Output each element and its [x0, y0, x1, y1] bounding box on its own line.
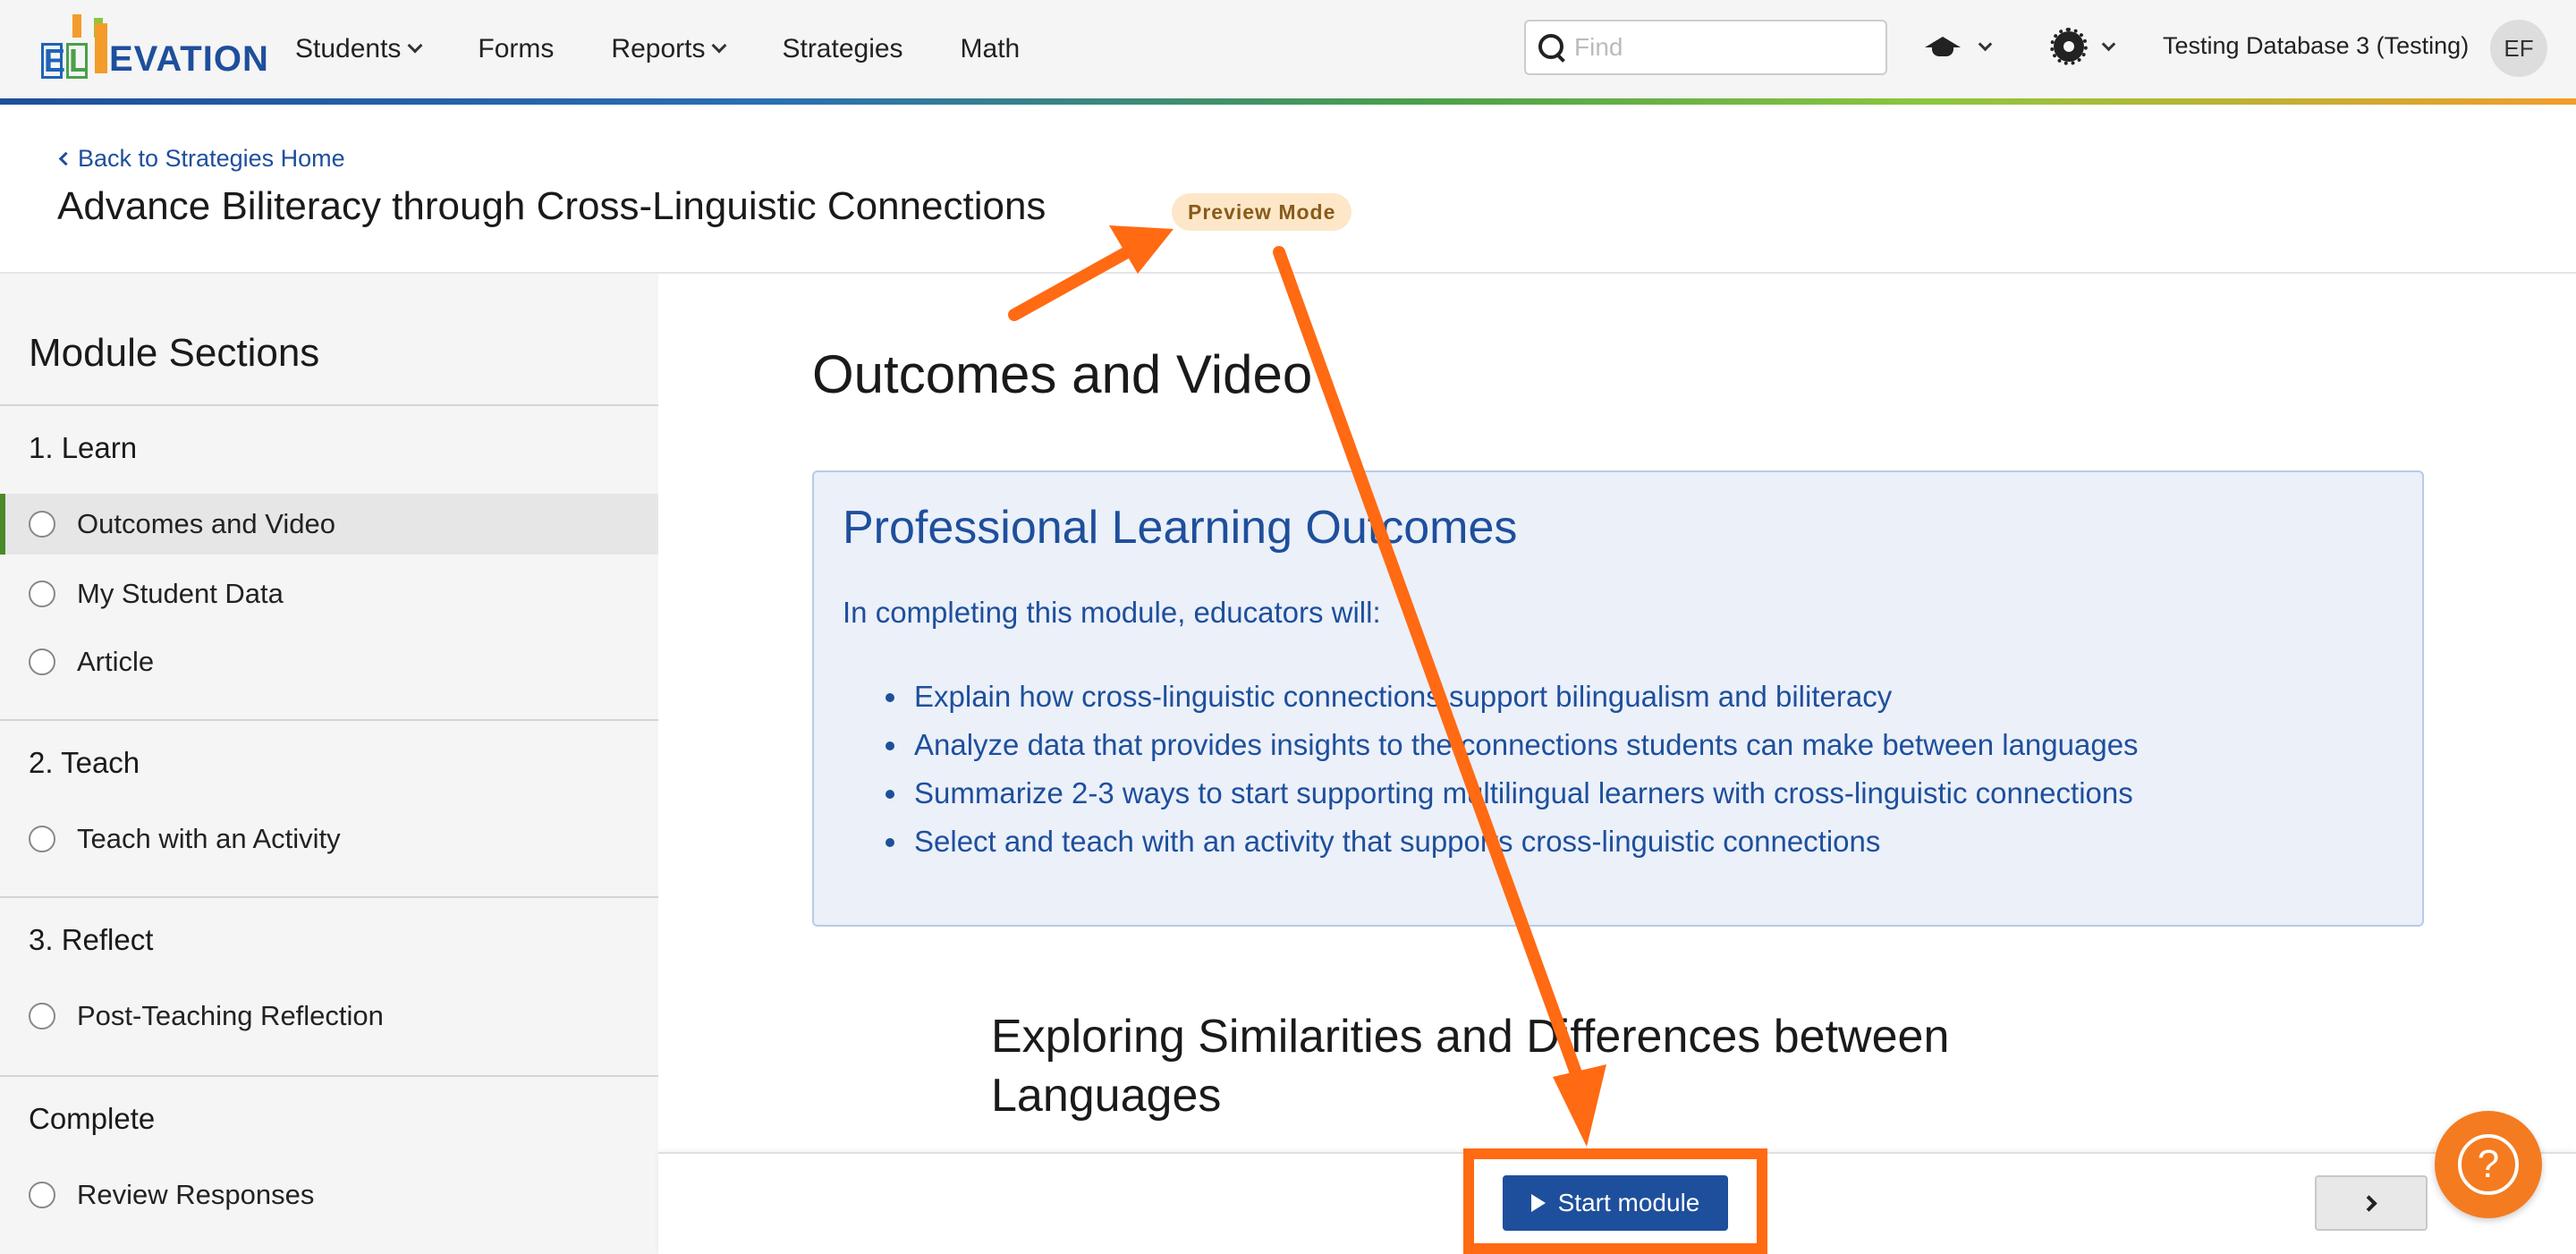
next-section-button[interactable] [2315, 1175, 2428, 1231]
sidebar-item-my-student-data[interactable]: My Student Data [0, 563, 658, 624]
nav-item-label: Strategies [782, 34, 903, 64]
nav-item-label: Students [295, 34, 402, 64]
radio-circle-icon [29, 1182, 55, 1208]
chevron-down-icon [1978, 37, 1993, 51]
preview-mode-badge: Preview Mode [1172, 193, 1352, 231]
logo-bar [95, 23, 107, 73]
radio-circle-icon [29, 511, 55, 538]
arrow-head-icon [1109, 225, 1174, 274]
brand-gradient-bar [0, 98, 2576, 105]
list-item: Explain how cross-linguistic connections… [886, 673, 2139, 721]
top-navigation-bar: E L EVATION Students Forms Reports Strat… [0, 0, 2576, 98]
annotation-arrow-line [1008, 246, 1133, 321]
divider [0, 719, 658, 721]
radio-circle-icon [29, 1003, 55, 1029]
settings-menu[interactable] [2050, 27, 2116, 66]
divider [0, 404, 658, 406]
annotation-highlight-box [1463, 1148, 1767, 1254]
section-heading: Outcomes and Video [812, 344, 1313, 404]
help-button[interactable]: ? [2435, 1111, 2542, 1218]
nav-item-label: Math [960, 34, 1021, 64]
gear-icon [2050, 28, 2088, 65]
sidebar-item-label: Teach with an Activity [77, 823, 341, 854]
sidebar-item-label: Post-Teaching Reflection [77, 1000, 384, 1031]
sidebar-title: Module Sections [29, 331, 320, 375]
chevron-left-icon [58, 151, 73, 166]
sidebar-item-article[interactable]: Article [0, 631, 658, 692]
nav-item-forms[interactable]: Forms [478, 34, 554, 64]
chevron-down-icon [407, 38, 423, 54]
user-avatar[interactable]: EF [2490, 20, 2547, 77]
chevron-right-icon [2360, 1194, 2377, 1212]
sidebar-item-label: Outcomes and Video [77, 508, 335, 539]
section-group-teach: 2. Teach [29, 746, 140, 779]
sidebar-item-teach-with-activity[interactable]: Teach with an Activity [0, 809, 658, 869]
sidebar-item-label: Review Responses [77, 1179, 315, 1210]
chevron-down-icon [711, 38, 727, 54]
page-title: Advance Biliteracy through Cross-Linguis… [57, 184, 1046, 228]
list-item: Summarize 2-3 ways to start supporting m… [886, 769, 2139, 818]
outcomes-intro: In completing this module, educators wil… [843, 596, 1381, 629]
nav-item-students[interactable]: Students [295, 34, 423, 64]
nav-item-label: Forms [478, 34, 555, 64]
logo-letter-l: L [66, 43, 89, 79]
ellevation-logo[interactable]: E L EVATION [41, 14, 268, 80]
search-input[interactable] [1574, 33, 1878, 62]
divider [0, 896, 658, 898]
academy-menu[interactable] [1925, 27, 1993, 66]
sidebar-item-outcomes-and-video[interactable]: Outcomes and Video [0, 494, 658, 555]
outcomes-list: Explain how cross-linguistic connections… [886, 673, 2139, 866]
sidebar-item-label: Article [77, 646, 155, 677]
search-icon [1538, 34, 1565, 61]
chevron-down-icon [2101, 37, 2116, 51]
video-section-title: Exploring Similarities and Differences b… [991, 1011, 1950, 1122]
module-sections-sidebar: Module Sections 1. Learn Outcomes and Vi… [0, 274, 658, 1254]
sidebar-item-label: My Student Data [77, 578, 284, 609]
search-box[interactable] [1524, 20, 1887, 75]
nav-item-label: Reports [611, 34, 706, 64]
back-link-label: Back to Strategies Home [78, 145, 345, 172]
logo-text: EVATION [109, 39, 269, 79]
graduation-cap-icon [1925, 33, 1961, 60]
nav-item-math[interactable]: Math [961, 34, 1021, 64]
section-group-reflect: 3. Reflect [29, 923, 154, 956]
sidebar-item-review-responses[interactable]: Review Responses [0, 1165, 658, 1225]
section-group-learn: 1. Learn [29, 431, 138, 464]
nav-item-strategies[interactable]: Strategies [782, 34, 902, 64]
divider [0, 1075, 658, 1077]
list-item: Select and teach with an activity that s… [886, 818, 2139, 866]
database-label[interactable]: Testing Database 3 (Testing) [2163, 32, 2469, 60]
radio-circle-icon [29, 580, 55, 607]
outcomes-title: Professional Learning Outcomes [843, 502, 1518, 554]
list-item: Analyze data that provides insights to t… [886, 721, 2139, 769]
back-to-strategies-link[interactable]: Back to Strategies Home [58, 145, 345, 173]
question-mark-icon: ? [2458, 1134, 2519, 1195]
logo-letter-e: E [41, 43, 65, 79]
nav-item-reports[interactable]: Reports [611, 34, 727, 64]
section-group-complete: Complete [29, 1102, 156, 1135]
learning-outcomes-panel: Professional Learning Outcomes In comple… [812, 470, 2424, 927]
radio-circle-icon [29, 648, 55, 675]
sidebar-item-post-teaching-reflection[interactable]: Post-Teaching Reflection [0, 986, 658, 1046]
logo-bar [72, 14, 81, 38]
radio-circle-icon [29, 826, 55, 852]
main-nav: Students Forms Reports Strategies Math [295, 0, 1077, 98]
